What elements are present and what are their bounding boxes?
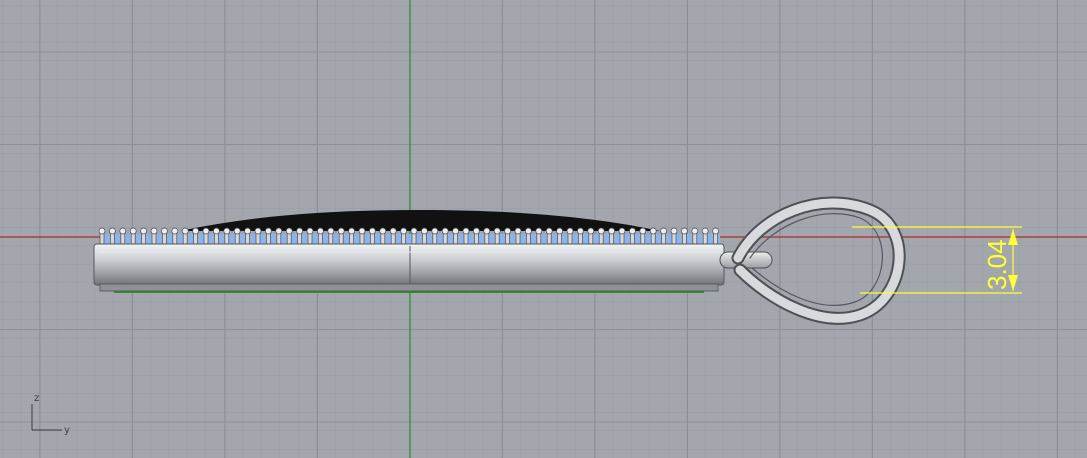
- prong-tip: [473, 227, 480, 235]
- prong-tip: [348, 227, 355, 235]
- prong-tip: [379, 227, 387, 235]
- prong-tip: [202, 227, 210, 235]
- prong-tip: [514, 227, 522, 235]
- prong-tip: [431, 227, 439, 235]
- prong-tip: [161, 227, 168, 235]
- prong-tip: [192, 227, 199, 235]
- prong-tip: [452, 227, 459, 235]
- prong-tip: [119, 227, 127, 235]
- prong-tip: [265, 227, 272, 235]
- prong-tip: [535, 227, 543, 235]
- prong-tip: [410, 227, 418, 235]
- viewport-canvas[interactable]: 3.04 z y: [0, 0, 1087, 458]
- prong-tip: [421, 227, 428, 235]
- prong-tip: [129, 227, 137, 235]
- prong-tip: [389, 227, 397, 235]
- prong-tip: [462, 227, 470, 235]
- prong-tip: [525, 227, 532, 235]
- prong-tip: [181, 227, 189, 235]
- prong-tip: [223, 227, 231, 235]
- prong-tip: [712, 227, 719, 235]
- prong-tip: [597, 227, 605, 235]
- prong-tip: [566, 227, 574, 235]
- prong-tip: [629, 227, 636, 235]
- prong-tip: [317, 227, 324, 235]
- widget-z-label: z: [34, 393, 39, 404]
- prong-tip: [649, 227, 657, 235]
- prong-tip: [608, 227, 615, 235]
- widget-y-label: y: [64, 425, 70, 436]
- viewport-right-view[interactable]: 3.04 z y: [0, 0, 1087, 458]
- prong-tip: [337, 227, 345, 235]
- prong-tip: [545, 227, 553, 235]
- prong-tip: [140, 227, 147, 235]
- pendant-body-band: [93, 243, 725, 286]
- prong-tip: [577, 227, 584, 235]
- prong-tip: [275, 227, 283, 235]
- prong-tip: [441, 227, 449, 235]
- prong-tip: [358, 227, 366, 235]
- prong-tip: [618, 227, 626, 235]
- prong-tip: [681, 227, 688, 235]
- prong-tip: [670, 227, 678, 235]
- prong-tip: [98, 227, 106, 235]
- prong-tip: [691, 227, 699, 235]
- prong-tip: [254, 227, 262, 235]
- prong-tip: [660, 227, 667, 235]
- prong-tip: [109, 227, 116, 235]
- prong-tip: [504, 227, 511, 235]
- prong-tip: [493, 227, 501, 235]
- prong-tip: [233, 227, 241, 235]
- prong-tip: [327, 227, 335, 235]
- prong-tip: [285, 227, 293, 235]
- prong-tip: [639, 227, 647, 235]
- prong-tip: [587, 227, 595, 235]
- prong-tip: [306, 227, 314, 235]
- prong-tip: [556, 227, 563, 235]
- prong-tip: [150, 227, 158, 235]
- prong-tip: [400, 227, 407, 235]
- prong-tip: [701, 227, 709, 235]
- prong-tip: [483, 227, 491, 235]
- prong-tip: [296, 227, 303, 235]
- prong-tip: [213, 227, 220, 235]
- prong-tip: [369, 227, 376, 235]
- prong-tip: [244, 227, 251, 235]
- dimension-value: 3.04: [982, 239, 1012, 290]
- prong-tip: [171, 227, 179, 235]
- stone-row: [100, 234, 720, 244]
- pendant-base-plate: [99, 283, 719, 292]
